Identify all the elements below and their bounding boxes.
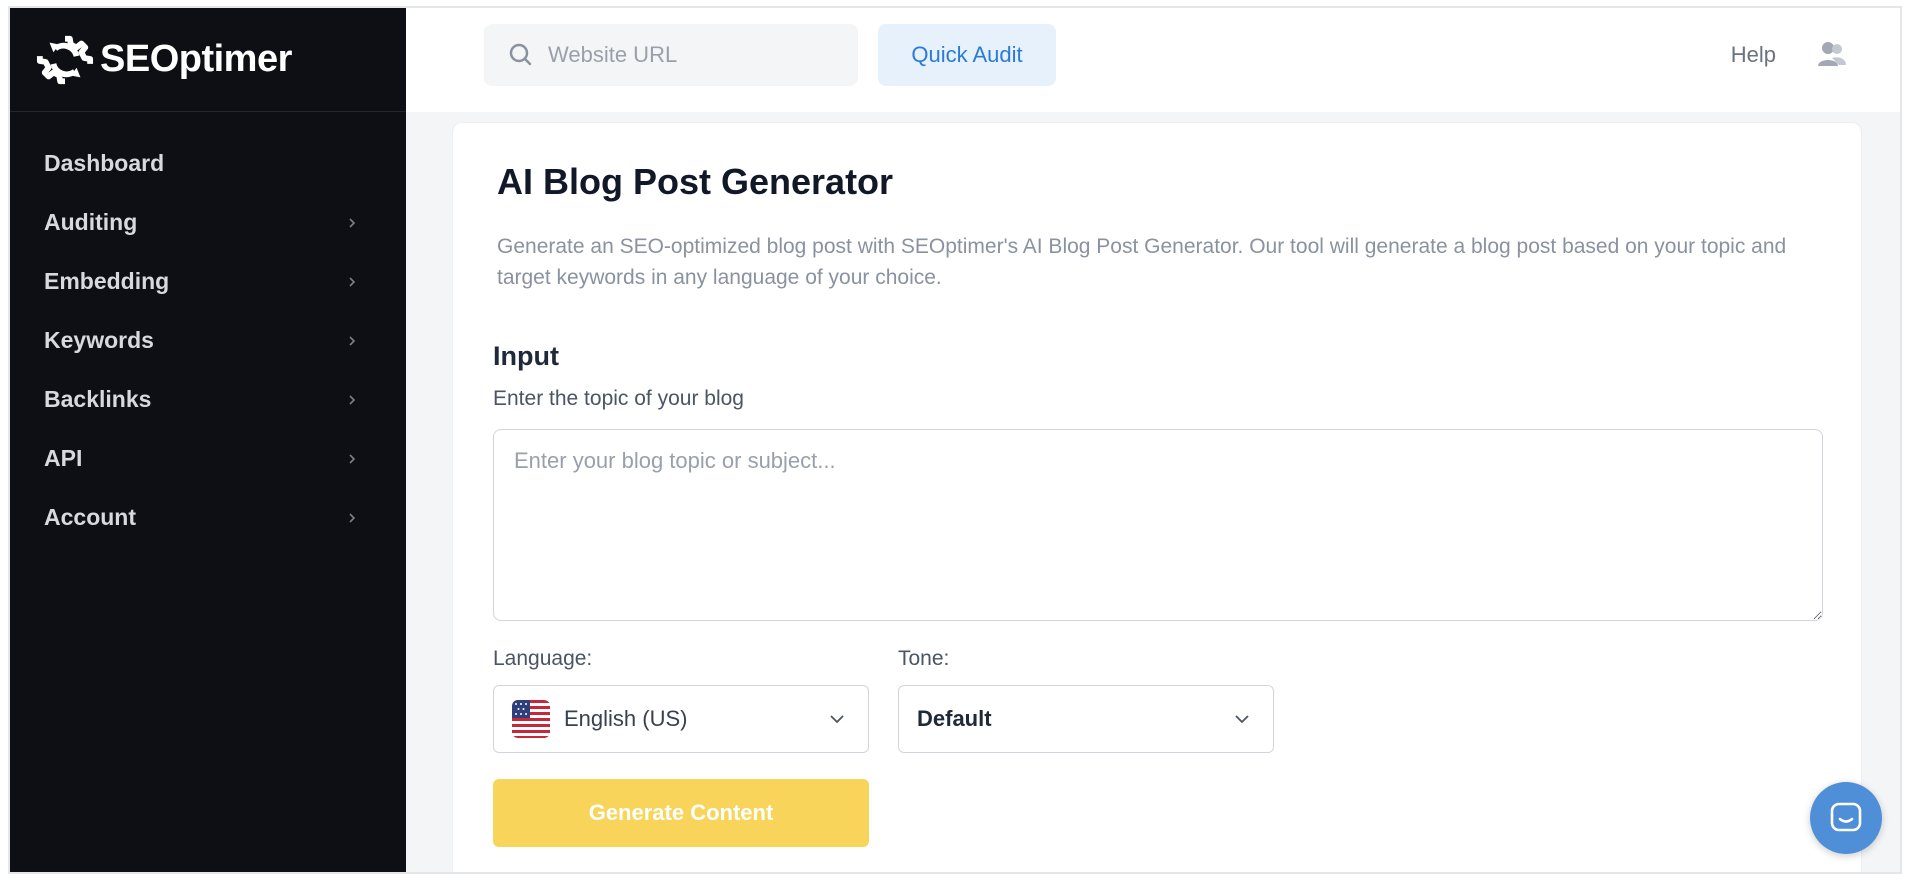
- sidebar-item-embedding[interactable]: Embedding: [10, 252, 406, 311]
- language-label: Language:: [493, 647, 593, 670]
- chevron-right-icon: [349, 394, 356, 405]
- chevron-right-icon: [349, 335, 356, 346]
- blog-topic-textarea[interactable]: [493, 429, 1823, 621]
- tone-value: Default: [917, 706, 992, 731]
- sidebar-item-backlinks[interactable]: Backlinks: [10, 370, 406, 429]
- chat-launcher-button[interactable]: [1810, 782, 1882, 854]
- chevron-right-icon: [349, 512, 356, 523]
- tone-label: Tone:: [898, 647, 950, 670]
- users-icon[interactable]: [1816, 38, 1848, 70]
- sidebar-item-label: Embedding: [44, 268, 170, 294]
- sidebar-item-label: Account: [44, 504, 136, 530]
- sidebar: SEOptimer Dashboard Auditing Embedding K…: [10, 8, 406, 872]
- sidebar-item-label: API: [44, 445, 83, 471]
- language-value: English (US): [564, 706, 688, 731]
- brand-name: SEOptimer: [100, 38, 292, 80]
- sidebar-item-account[interactable]: Account: [10, 488, 406, 547]
- top-header: Quick Audit Help: [406, 8, 1900, 112]
- input-section-title: Input: [493, 341, 559, 371]
- topic-label: Enter the topic of your blog: [493, 387, 744, 410]
- sidebar-item-auditing[interactable]: Auditing: [10, 193, 406, 252]
- logo-gear-icon: [36, 35, 94, 84]
- quick-audit-button[interactable]: Quick Audit: [878, 24, 1056, 86]
- app-window: SEOptimer Dashboard Auditing Embedding K…: [8, 6, 1902, 874]
- website-url-search[interactable]: [484, 24, 858, 86]
- page-title: AI Blog Post Generator: [497, 161, 894, 202]
- chevron-down-icon: [830, 715, 844, 724]
- search-icon: [509, 43, 532, 66]
- generate-content-button[interactable]: Generate Content: [493, 779, 869, 847]
- help-link[interactable]: Help: [1731, 8, 1776, 102]
- tone-select[interactable]: Default: [898, 685, 1274, 753]
- sidebar-nav: Dashboard Auditing Embedding Keywords Ba…: [10, 112, 406, 547]
- chevron-down-icon: [1235, 715, 1249, 724]
- sidebar-item-api[interactable]: API: [10, 429, 406, 488]
- sidebar-item-keywords[interactable]: Keywords: [10, 311, 406, 370]
- chevron-right-icon: [349, 453, 356, 464]
- us-flag-icon: [512, 700, 550, 738]
- chat-bubble-icon: [1830, 802, 1862, 832]
- sidebar-item-dashboard[interactable]: Dashboard: [10, 134, 406, 193]
- sidebar-item-label: Backlinks: [44, 386, 152, 412]
- blog-generator-card: AI Blog Post Generator Generate an SEO-o…: [452, 122, 1862, 872]
- chevron-right-icon: [349, 276, 356, 287]
- page-description: Generate an SEO-optimized blog post with…: [497, 235, 1787, 289]
- sidebar-item-label: Auditing: [44, 209, 138, 235]
- sidebar-item-label: Keywords: [44, 327, 154, 353]
- language-select[interactable]: English (US): [493, 685, 869, 753]
- sidebar-item-label: Dashboard: [44, 150, 165, 176]
- brand-logo[interactable]: SEOptimer: [10, 8, 406, 112]
- chevron-right-icon: [349, 217, 356, 228]
- website-url-input[interactable]: [548, 42, 828, 68]
